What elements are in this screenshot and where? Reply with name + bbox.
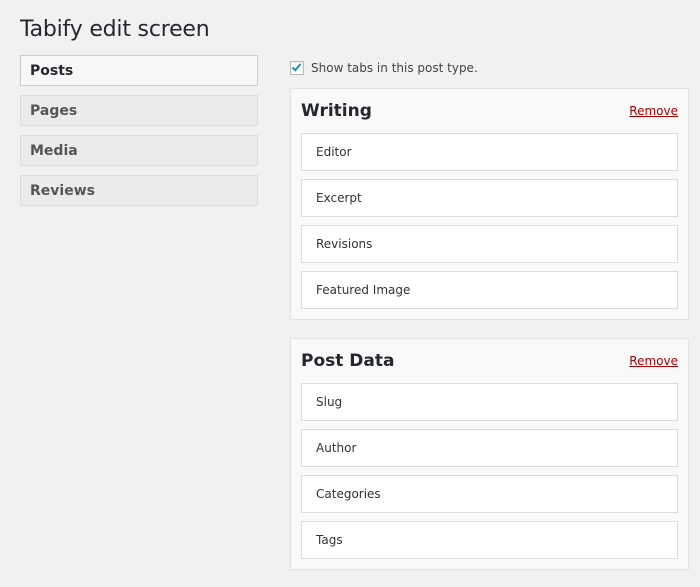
show-tabs-checkbox[interactable]: [290, 61, 304, 75]
metabox-item[interactable]: Editor: [301, 133, 678, 171]
posttype-tabs: Posts Pages Media Reviews: [20, 55, 258, 215]
group-title[interactable]: Post Data: [301, 351, 394, 371]
tab-pages[interactable]: Pages: [20, 95, 258, 126]
metabox-item[interactable]: Revisions: [301, 225, 678, 263]
show-tabs-option: Show tabs in this post type.: [290, 58, 689, 78]
tab-label: Media: [30, 142, 78, 159]
metabox-item[interactable]: Tags: [301, 521, 678, 559]
tab-reviews[interactable]: Reviews: [20, 175, 258, 206]
metabox-item[interactable]: Categories: [301, 475, 678, 513]
metabox-item[interactable]: Author: [301, 429, 678, 467]
remove-link[interactable]: Remove: [629, 104, 678, 118]
remove-link[interactable]: Remove: [629, 354, 678, 368]
tab-label: Reviews: [30, 182, 95, 199]
tab-group-post-data: Post Data Remove Slug Author Categories …: [290, 338, 689, 570]
group-title[interactable]: Writing: [301, 101, 372, 121]
tab-settings-panel: Show tabs in this post type. Writing Rem…: [290, 58, 689, 587]
show-tabs-label[interactable]: Show tabs in this post type.: [311, 61, 478, 75]
metabox-item[interactable]: Featured Image: [301, 271, 678, 309]
group-header: Writing Remove: [301, 89, 678, 133]
tab-label: Posts: [30, 62, 74, 79]
metabox-item[interactable]: Excerpt: [301, 179, 678, 217]
tab-posts[interactable]: Posts: [20, 55, 258, 86]
tab-group-writing: Writing Remove Editor Excerpt Revisions …: [290, 88, 689, 320]
checkmark-icon: [291, 61, 302, 72]
tabify-settings-page: Tabify edit screen Posts Pages Media Rev…: [0, 0, 700, 587]
page-title: Tabify edit screen: [20, 17, 210, 42]
tab-label: Pages: [30, 102, 78, 119]
tab-media[interactable]: Media: [20, 135, 258, 166]
metabox-item[interactable]: Slug: [301, 383, 678, 421]
group-header: Post Data Remove: [301, 339, 678, 383]
